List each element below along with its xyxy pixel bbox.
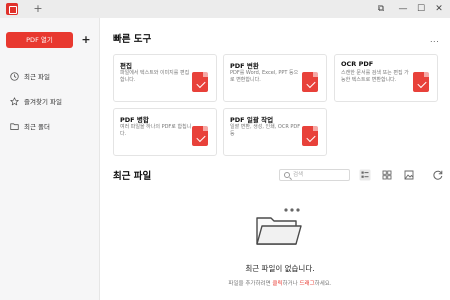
thumbnail-view-icon[interactable] <box>403 169 415 181</box>
sidebar-item-recent-folders[interactable]: 최근 폴더 <box>0 118 100 136</box>
drag-link[interactable]: 드래그 <box>299 281 314 287</box>
sidebar-item-label: 즐겨찾기 파일 <box>24 98 62 106</box>
sidebar-item-label: 최근 파일 <box>24 73 50 81</box>
ocr-doc-icon <box>413 72 429 92</box>
empty-sub-prefix: 파일을 추가하려면 <box>228 281 273 287</box>
card-description: 일괄 변환, 생성, 인쇄, OCR PDF 등 <box>230 124 301 137</box>
card-description: 파일에서 텍스트와 이미지를 편집합니다. <box>120 70 190 83</box>
tool-card-convert[interactable]: PDF 변환 PDF를 Word, Excel, PPT 등으로 변환합니다. <box>223 54 327 102</box>
recent-files-title: 최근 파일 <box>113 171 152 182</box>
card-title: PDF 병합 <box>120 116 149 124</box>
click-link[interactable]: 클릭 <box>272 281 282 287</box>
title-bar: + ⧉ — ☐ ✕ <box>0 0 450 18</box>
list-view-icon[interactable] <box>359 169 371 181</box>
empty-state-title: 최근 파일이 없습니다. <box>245 264 315 273</box>
sidebar-item-favorites[interactable]: 즐겨찾기 파일 <box>0 93 100 111</box>
card-title: PDF 변환 <box>230 62 259 70</box>
tool-card-merge[interactable]: PDF 병합 여러 파일을 하나의 PDF로 합칩니다. <box>113 108 217 156</box>
batch-doc-icon <box>302 126 318 146</box>
card-title: OCR PDF <box>341 60 374 68</box>
merge-doc-icon <box>192 126 208 146</box>
tool-card-edit[interactable]: 편집 파일에서 텍스트와 이미지를 편집합니다. <box>113 54 217 102</box>
close-button[interactable]: ✕ <box>428 0 450 18</box>
add-tab-button[interactable]: + <box>32 1 44 17</box>
open-pdf-button[interactable]: PDF 열기 <box>6 32 73 48</box>
card-title: 편집 <box>120 62 132 70</box>
quick-tools-title: 빠른 도구 <box>113 34 152 45</box>
empty-sub-middle: 하거나 <box>282 281 300 287</box>
empty-state-subtitle: 파일을 추가하려면 클릭하거나 드래그하세요. <box>160 279 400 287</box>
tool-card-batch[interactable]: PDF 일괄 작업 일괄 변환, 생성, 인쇄, OCR PDF 등 <box>223 108 327 156</box>
grid-view-icon[interactable] <box>381 169 393 181</box>
search-icon <box>284 172 290 178</box>
add-file-button[interactable]: + <box>80 32 92 48</box>
sidebar-item-label: 최근 폴더 <box>24 123 50 131</box>
search-input[interactable] <box>293 170 348 180</box>
more-options-button[interactable]: ... <box>430 35 439 44</box>
search-box <box>279 169 350 181</box>
clock-icon <box>10 72 19 81</box>
star-icon <box>10 97 19 106</box>
card-description: PDF를 Word, Excel, PPT 등으로 변환합니다. <box>230 70 299 83</box>
empty-sub-suffix: 하세요. <box>314 281 332 287</box>
folder-icon <box>10 123 19 130</box>
card-title: PDF 일괄 작업 <box>230 116 274 124</box>
app-logo-icon <box>6 3 18 15</box>
sidebar: PDF 열기 + 최근 파일 즐겨찾기 파일 최근 폴더 <box>0 18 100 300</box>
card-description: 여러 파일을 하나의 PDF로 합칩니다. <box>120 124 192 137</box>
empty-folder-icon <box>256 208 302 245</box>
refresh-icon[interactable] <box>432 169 444 181</box>
edit-doc-icon <box>192 72 208 92</box>
tool-card-ocr[interactable]: OCR PDF 스캔한 문서를 검색 또는 편집 가능한 텍스트로 변환합니다. <box>334 54 438 102</box>
convert-doc-icon <box>302 72 318 92</box>
sidebar-item-recent-files[interactable]: 최근 파일 <box>0 68 100 86</box>
card-description: 스캔한 문서를 검색 또는 편집 가능한 텍스트로 변환합니다. <box>341 70 409 83</box>
restore-icon[interactable]: ⧉ <box>370 0 392 18</box>
